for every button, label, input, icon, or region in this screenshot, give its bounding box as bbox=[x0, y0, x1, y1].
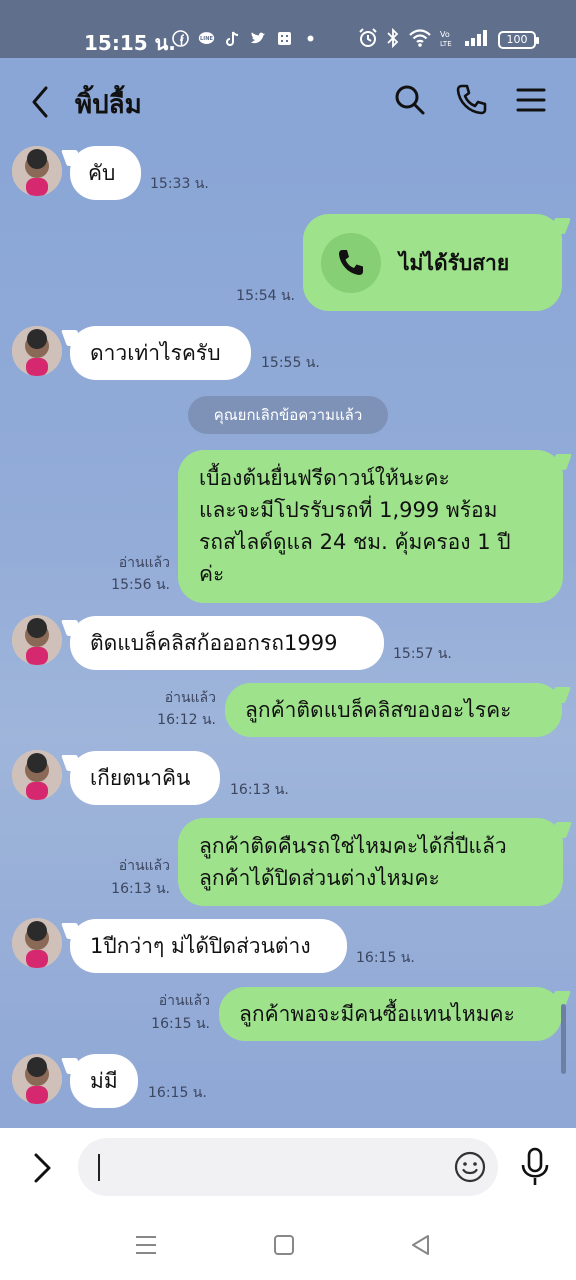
message-line: ลูกค้าติดคืนรถใช่ไหมคะได้กี่ปีแล้ว bbox=[199, 834, 507, 858]
svg-text:Vo: Vo bbox=[440, 30, 450, 39]
read-receipt: อ่านแล้ว bbox=[118, 555, 170, 571]
message-bubble[interactable]: ลูกค้าติดแบล็คลิสของอะไรคะ bbox=[225, 683, 562, 737]
text-cursor bbox=[98, 1154, 100, 1181]
message-time: 15:54 น. bbox=[236, 288, 295, 304]
message-text: เกียตนาคิน bbox=[90, 766, 191, 790]
message-bubble[interactable]: เกียตนาคิน bbox=[70, 751, 220, 805]
message-bubble[interactable]: คับ bbox=[70, 146, 141, 200]
calendar-icon bbox=[276, 30, 293, 47]
message-time: 16:13 น. bbox=[111, 881, 170, 897]
message-text: ดาวเท่าไรครับ bbox=[90, 341, 221, 365]
message-line: เบื้องต้นยื่นฟรีดาวน์ให้นะคะ bbox=[199, 466, 450, 490]
twitter-icon bbox=[250, 30, 267, 47]
avatar[interactable] bbox=[12, 326, 62, 376]
message-text: คับ bbox=[88, 161, 116, 185]
message-text: ม่มี bbox=[90, 1069, 118, 1093]
emoji-button[interactable] bbox=[454, 1151, 486, 1183]
message-bubble[interactable]: ม่มี bbox=[70, 1054, 138, 1108]
chat-area[interactable]: คับ 15:33 น. ไม่ได้รับสาย 15:54 น. ดาวเท… bbox=[0, 142, 576, 1128]
line-icon: LINE bbox=[198, 30, 215, 47]
svg-text:LINE: LINE bbox=[200, 36, 213, 42]
phone-icon bbox=[321, 233, 381, 293]
call-bubble[interactable]: ไม่ได้รับสาย bbox=[303, 214, 562, 311]
message-time: 16:15 น. bbox=[151, 1016, 210, 1032]
avatar[interactable] bbox=[12, 1054, 62, 1104]
dot-icon bbox=[302, 30, 319, 47]
message-input[interactable] bbox=[78, 1138, 498, 1196]
volte-icon: Vo LTE bbox=[440, 28, 456, 52]
message-time: 16:12 น. bbox=[157, 712, 216, 728]
chat-title: พิ้ปลื้ม bbox=[75, 90, 142, 120]
message-time: 15:55 น. bbox=[261, 355, 320, 371]
home-button[interactable] bbox=[271, 1232, 297, 1258]
message-text: 1ปีกว่าๆ ม่ได้ปิดส่วนต่าง bbox=[90, 934, 311, 958]
system-notice: คุณยกเลิกข้อความแล้ว bbox=[188, 396, 388, 434]
tiktok-icon bbox=[224, 30, 241, 47]
message-text: ติดแบล็คลิสก้อออกรถ1999 bbox=[90, 631, 338, 655]
alarm-icon bbox=[358, 28, 378, 52]
input-bar bbox=[0, 1128, 576, 1210]
message-time: 16:15 น. bbox=[148, 1085, 207, 1101]
message-bubble[interactable]: ลูกค้าพอจะมีคนซื้อแทนไหมคะ bbox=[219, 987, 562, 1041]
call-status-text: ไม่ได้รับสาย bbox=[399, 251, 510, 275]
avatar[interactable] bbox=[12, 750, 62, 800]
expand-menu-button[interactable] bbox=[30, 1150, 56, 1186]
message-bubble[interactable]: ติดแบล็คลิสก้อออกรถ1999 bbox=[70, 616, 384, 670]
avatar[interactable] bbox=[12, 146, 62, 196]
message-line: ค่ะ bbox=[199, 562, 225, 586]
message-time: 15:57 น. bbox=[393, 646, 452, 662]
message-time: 15:56 น. bbox=[111, 577, 170, 593]
message-bubble[interactable]: เบื้องต้นยื่นฟรีดาวน์ให้นะคะ และจะมีโปรร… bbox=[178, 450, 563, 603]
facebook-icon bbox=[172, 30, 189, 47]
message-text: ลูกค้าติดแบล็คลิสของอะไรคะ bbox=[245, 698, 512, 722]
status-bar: 15:15 น. LINE Vo LTE 100 bbox=[0, 0, 576, 58]
back-button[interactable] bbox=[26, 82, 56, 122]
message-line: และจะมีโปรรับรถที่ 1,999 พร้อม bbox=[199, 498, 498, 522]
message-bubble[interactable]: ดาวเท่าไรครับ bbox=[70, 326, 251, 380]
message-text: ลูกค้าพอจะมีคนซื้อแทนไหมคะ bbox=[239, 1002, 515, 1026]
read-receipt: อ่านแล้ว bbox=[158, 993, 210, 1009]
message-line: รถสไลด์ดูแล 24 ชม. คุ้มครอง 1 ปี bbox=[199, 530, 511, 554]
microphone-button[interactable] bbox=[518, 1146, 552, 1188]
battery-indicator: 100 bbox=[498, 31, 539, 49]
back-nav-button[interactable] bbox=[408, 1232, 434, 1258]
menu-button[interactable] bbox=[514, 82, 548, 118]
signal-icon bbox=[464, 28, 490, 52]
chat-scrollbar[interactable] bbox=[561, 1004, 566, 1074]
search-button[interactable] bbox=[393, 82, 427, 118]
recents-button[interactable] bbox=[133, 1232, 159, 1258]
message-line: ลูกค้าได้ปิดส่วนต่างไหมคะ bbox=[199, 866, 440, 890]
avatar[interactable] bbox=[12, 615, 62, 665]
message-bubble[interactable]: ลูกค้าติดคืนรถใช่ไหมคะได้กี่ปีแล้ว ลูกค้… bbox=[178, 818, 563, 906]
wifi-icon bbox=[408, 28, 432, 52]
svg-text:LTE: LTE bbox=[440, 40, 452, 48]
message-bubble[interactable]: 1ปีกว่าๆ ม่ได้ปิดส่วนต่าง bbox=[70, 919, 347, 973]
system-nav-bar bbox=[0, 1210, 576, 1280]
message-time: 16:13 น. bbox=[230, 782, 289, 798]
bluetooth-icon bbox=[386, 27, 400, 52]
status-time: 15:15 น. bbox=[84, 31, 176, 55]
message-time: 15:33 น. bbox=[150, 176, 209, 192]
system-status: Vo LTE 100 bbox=[358, 27, 539, 52]
call-button[interactable] bbox=[454, 82, 488, 118]
read-receipt: อ่านแล้ว bbox=[118, 858, 170, 874]
avatar[interactable] bbox=[12, 918, 62, 968]
notification-icons: LINE bbox=[172, 30, 319, 47]
message-time: 16:15 น. bbox=[356, 950, 415, 966]
read-receipt: อ่านแล้ว bbox=[164, 690, 216, 706]
chat-header: พิ้ปลื้ม bbox=[0, 58, 576, 142]
